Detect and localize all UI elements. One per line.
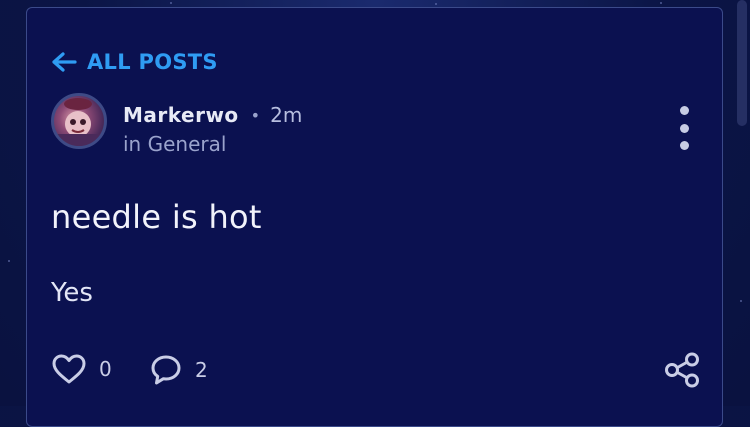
avatar-image — [54, 98, 104, 146]
background-star — [660, 2, 662, 4]
post-category[interactable]: in General — [123, 132, 226, 156]
author-line: Markerwo • 2m — [123, 103, 302, 127]
post-title: needle is hot — [51, 198, 262, 236]
heart-icon — [52, 354, 86, 384]
background-star — [435, 3, 437, 5]
post-time: 2m — [270, 103, 303, 127]
more-dot-icon — [679, 123, 689, 133]
comment-icon — [151, 355, 181, 385]
arrow-left-icon — [52, 52, 77, 72]
scrollbar[interactable] — [737, 0, 747, 126]
more-dot-icon — [679, 106, 689, 115]
like-button[interactable]: 0 — [51, 353, 112, 385]
more-options-button[interactable] — [672, 106, 696, 150]
comment-count: 2 — [195, 358, 208, 382]
comment-button[interactable]: 2 — [149, 353, 208, 387]
all-posts-label: ALL POSTS — [87, 50, 218, 74]
author-avatar[interactable] — [51, 93, 107, 149]
separator-dot: • — [250, 105, 261, 125]
share-icon — [665, 352, 699, 388]
share-button[interactable] — [663, 352, 701, 392]
background-star — [740, 300, 742, 302]
all-posts-link[interactable]: ALL POSTS — [51, 50, 218, 74]
more-dot-icon — [679, 141, 689, 150]
background-star — [8, 260, 10, 262]
like-count: 0 — [99, 357, 112, 381]
author-name[interactable]: Markerwo — [123, 103, 239, 127]
background-star — [170, 2, 172, 4]
post-body: Yes — [51, 278, 93, 308]
post-card: ALL POSTS Markerwo • 2m in General needl… — [26, 7, 723, 427]
